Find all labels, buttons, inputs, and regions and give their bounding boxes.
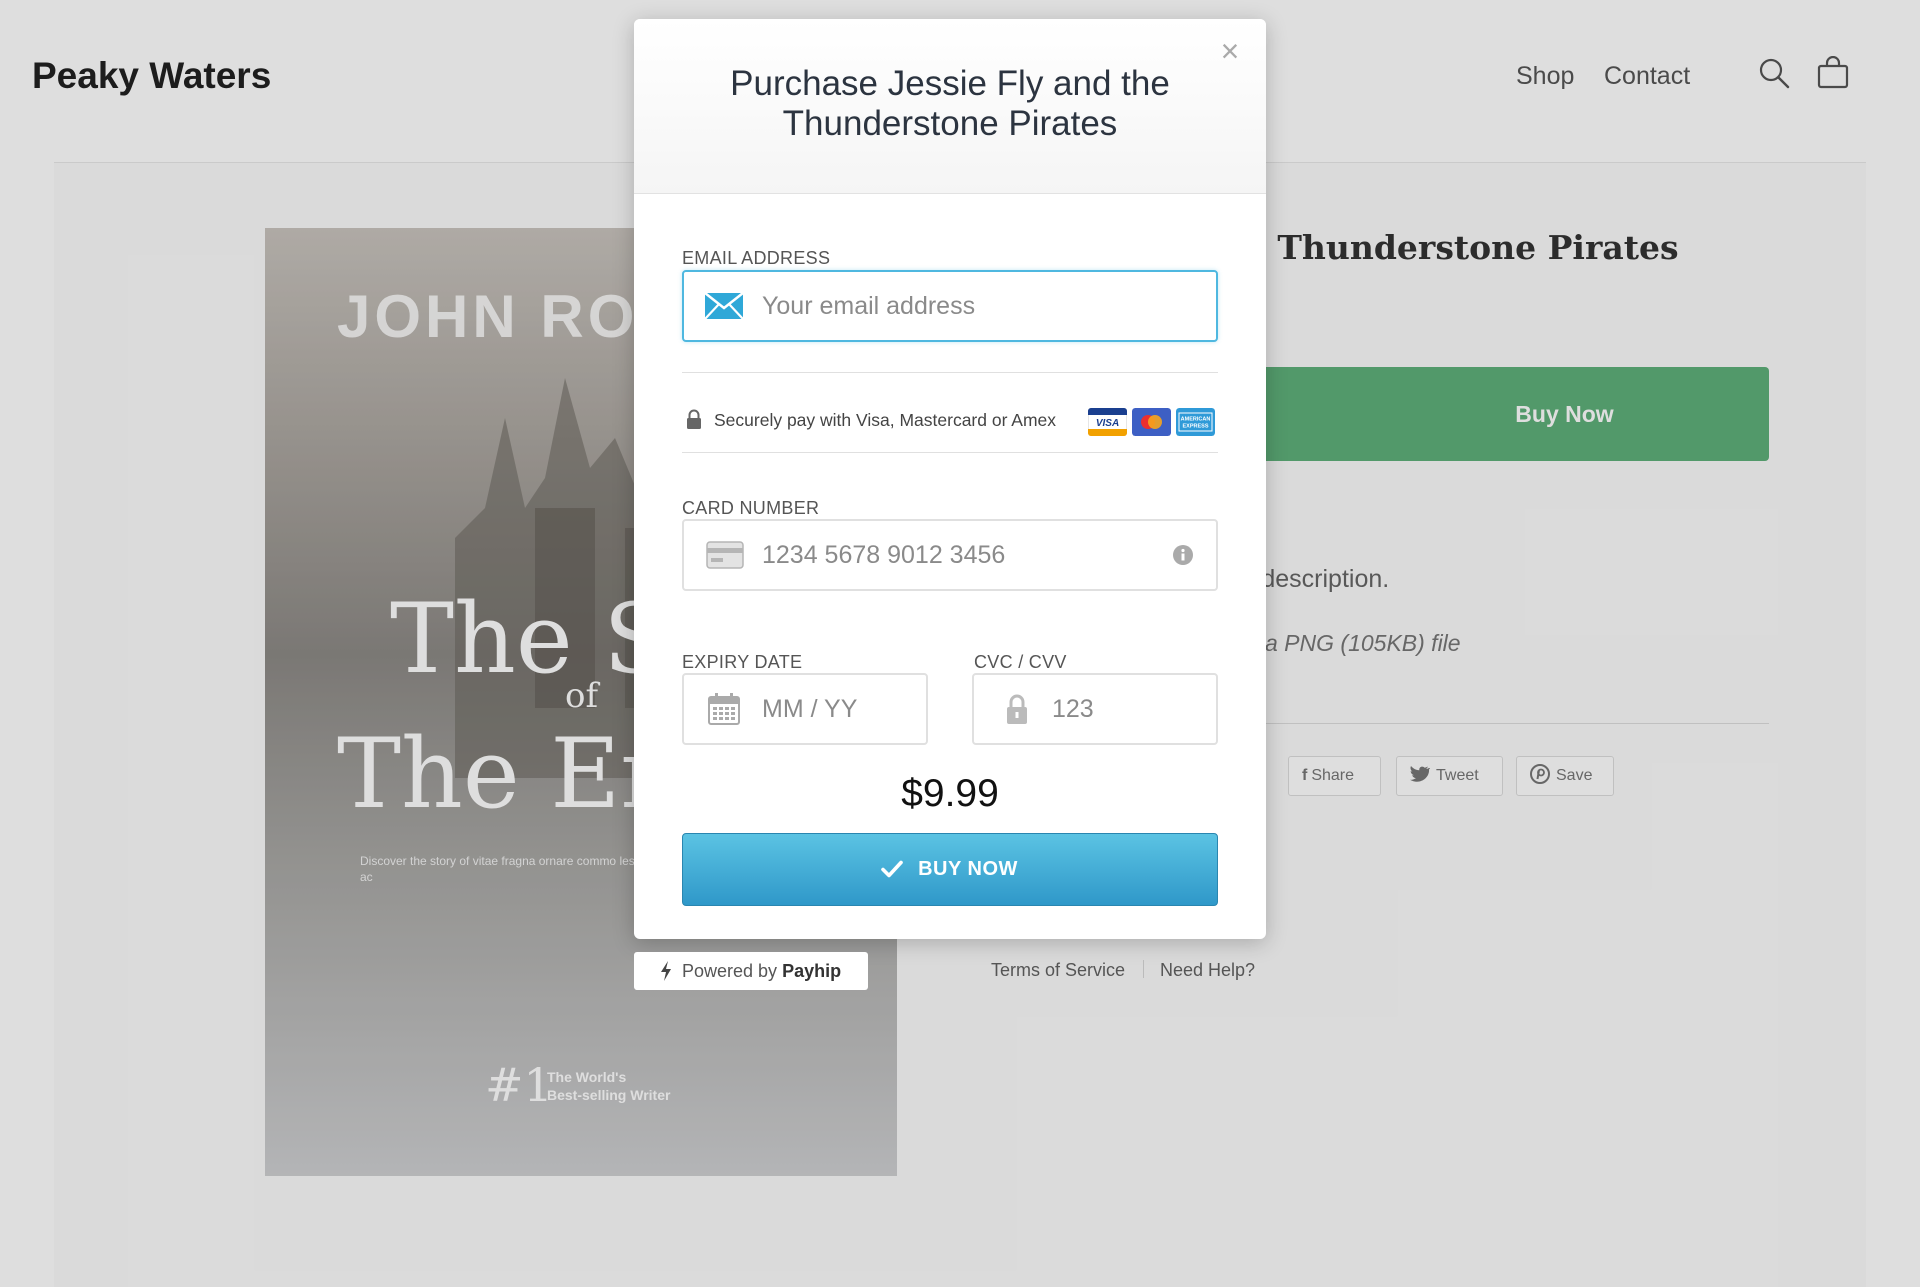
modal-header: Purchase Jessie Fly and the Thunderstone…	[634, 19, 1266, 194]
svg-text:AMERICAN: AMERICAN	[1181, 417, 1211, 423]
price: $9.99	[901, 772, 999, 815]
cvc-field-wrapper	[972, 673, 1218, 745]
email-label: EMAIL ADDRESS	[682, 248, 831, 268]
powered-by-brand: Payhip	[782, 961, 842, 981]
card-number-label: CARD NUMBER	[682, 498, 820, 518]
mastercard-logo-icon	[1132, 408, 1171, 436]
cvc-input[interactable]	[1052, 675, 1202, 743]
buy-now-label: BUY NOW	[918, 858, 1018, 880]
expiry-field-wrapper	[682, 673, 928, 745]
card-number-field-wrapper	[682, 519, 1218, 591]
lock-icon	[687, 409, 701, 429]
email-field-wrapper	[682, 270, 1218, 342]
terms-of-service-link[interactable]: Terms of Service	[991, 960, 1125, 981]
expiry-date-input[interactable]	[762, 675, 912, 743]
close-button[interactable]: ×	[1216, 35, 1244, 67]
cvc-label: CVC / CVV	[974, 652, 1067, 672]
svg-text:VISA: VISA	[1096, 418, 1119, 429]
checkmark-icon	[881, 860, 903, 878]
email-input[interactable]	[762, 272, 1202, 340]
padlock-icon	[1007, 694, 1027, 724]
powered-by-prefix: Powered by	[682, 961, 778, 981]
secure-divider-bottom	[682, 452, 1218, 453]
secure-payment-row: Securely pay with Visa, Mastercard or Am…	[682, 400, 1218, 440]
purchase-modal: Purchase Jessie Fly and the Thunderstone…	[634, 19, 1266, 939]
lightning-bolt-icon	[661, 961, 671, 981]
calendar-icon	[708, 693, 740, 725]
need-help-link[interactable]: Need Help?	[1160, 960, 1255, 981]
card-number-input[interactable]	[762, 521, 1162, 589]
svg-text:EXPRESS: EXPRESS	[1183, 424, 1209, 430]
buy-now-button[interactable]: BUY NOW	[682, 833, 1218, 906]
powered-by-payhip-badge[interactable]: Powered by Payhip	[634, 952, 868, 990]
envelope-icon	[704, 292, 744, 320]
amex-logo-icon: AMERICAN EXPRESS	[1176, 408, 1215, 436]
secure-divider-top	[682, 372, 1218, 373]
modal-title: Purchase Jessie Fly and the Thunderstone…	[730, 64, 1170, 143]
visa-logo-icon: VISA	[1088, 408, 1127, 436]
info-icon[interactable]	[1172, 544, 1194, 566]
footer-link-separator	[1143, 960, 1144, 978]
credit-card-icon	[706, 541, 744, 569]
expiry-date-label: EXPIRY DATE	[682, 652, 803, 672]
secure-payment-text: Securely pay with Visa, Mastercard or Am…	[714, 410, 1057, 430]
